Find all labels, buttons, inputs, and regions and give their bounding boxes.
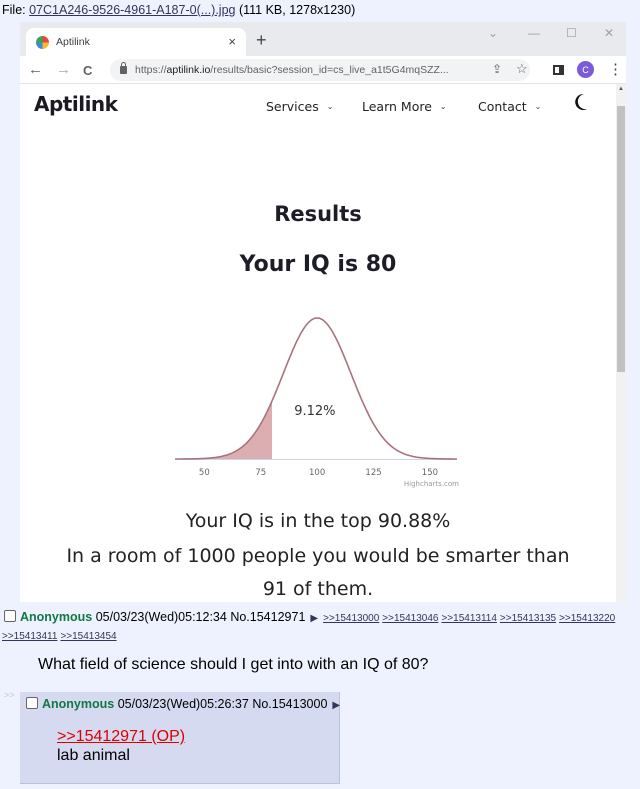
tab-title: Aptilink [56,36,90,48]
tab-strip: Aptilink × + ⌄ — ☐ ✕ [20,22,626,56]
forward-icon[interactable]: → [56,61,71,78]
share-icon[interactable]: ⇪ [492,62,502,76]
op-backlinks: >>15413000 >>15413046 >>15413114 >>15413135… [323,610,618,624]
reload-icon[interactable]: C [83,63,92,78]
url-rest: /results/basic?session_id=cs_live_a1t5G4… [210,64,449,76]
tab-search-icon[interactable]: ⌄ [488,26,498,40]
reply-datetime: 05/03/23(Wed)05:26:37 [117,697,249,711]
reply-side-arrows: >> [4,690,15,700]
backlink[interactable]: >>15413454 [60,631,116,642]
scroll-up-icon[interactable]: ▲ [618,86,624,92]
backlink[interactable]: >>15413046 [382,613,438,624]
maximize-icon[interactable]: ☐ [566,26,577,40]
highcharts-credit[interactable]: Highcharts.com [404,480,459,488]
reply-post: Anonymous 05/03/23(Wed)05:26:37 No.15413… [20,692,340,784]
close-tab-icon[interactable]: × [228,34,236,49]
close-window-icon[interactable]: ✕ [604,26,614,40]
new-tab-icon[interactable]: + [256,30,267,51]
file-meta: (111 KB, 1278x1230) [235,3,356,17]
x-tick-label: 50 [199,468,210,478]
top-percent-text: Your IQ is in the top 90.88% [185,510,451,532]
op-name: Anonymous [20,610,93,624]
back-icon[interactable]: ← [28,61,43,78]
backlink[interactable]: >>15413220 [559,613,615,624]
post-menu-icon[interactable]: ▶ [310,613,318,624]
x-tick-label: 100 [309,468,325,478]
op-quote-link[interactable]: >>15412971 (OP) [57,728,185,746]
backlink[interactable]: >>15413411 [2,631,57,642]
backlink[interactable]: >>15413135 [500,613,556,624]
backlink[interactable]: >>15413114 [441,613,496,624]
star-icon[interactable]: ☆ [516,61,528,77]
more-icon[interactable]: ⋮ [608,60,623,78]
scrollbar-thumb[interactable] [617,106,625,372]
op-comment: What field of science should I get into … [38,656,429,673]
profile-icon[interactable]: C [577,61,594,78]
op-post-header: Anonymous 05/03/23(Wed)05:12:34 No.15412… [4,610,618,624]
iq-distribution-chart: 50 75 100 125 150 9.12% Highcharts.com [175,317,459,488]
side-panel-icon[interactable] [553,65,564,75]
distribution-curve [175,317,457,460]
backlink[interactable]: >>15413000 [323,613,379,624]
reply-name: Anonymous [42,697,115,711]
op-checkbox[interactable] [4,610,16,622]
address-bar[interactable]: https://aptilink.io/results/basic?sessio… [110,59,530,81]
reply-checkbox[interactable] [26,697,38,709]
page-scrollbar[interactable]: ▲ [616,84,626,602]
x-tick-label: 150 [422,468,438,478]
browser-toolbar: ← → C https://aptilink.io/results/basic?… [20,56,626,84]
browser-tab[interactable]: Aptilink × [26,28,246,56]
lock-icon [120,62,127,74]
url-prefix: https:// [135,64,167,76]
op-number[interactable]: No.15412971 [230,610,305,624]
x-tick-label: 75 [255,468,266,478]
x-tick-label: 125 [365,468,381,478]
minimize-icon[interactable]: — [528,26,540,40]
file-info: File: 07C1A246-9526-4961-A187-0(...).jpg… [2,3,355,17]
reply-comment: lab animal [57,747,130,764]
room-text: In a room of 1000 people you would be sm… [66,545,570,567]
file-label: File: [2,3,30,17]
reply-header: Anonymous 05/03/23(Wed)05:26:37 No.15413… [26,697,345,711]
shaded-percent-label: 9.12% [294,404,335,419]
reply-number[interactable]: No.15413000 [252,697,327,711]
op-datetime: 05/03/23(Wed)05:12:34 [95,610,227,624]
file-link[interactable]: 07C1A246-9526-4961-A187-0(...).jpg [29,3,235,17]
url-domain: aptilink.io [166,64,211,76]
op-backlinks-2: >>15413411 >>15413454 [2,626,120,644]
post-menu-icon[interactable]: ▶ [332,700,340,711]
favicon-icon [36,35,49,49]
room-text-2: 91 of them. [262,578,374,600]
web-page: Aptilink Services ⌄ Learn More ⌄ Contact ⌄ … [20,84,616,602]
embedded-screenshot[interactable]: Aptilink × + ⌄ — ☐ ✕ ← → C https://aptil… [20,22,626,602]
